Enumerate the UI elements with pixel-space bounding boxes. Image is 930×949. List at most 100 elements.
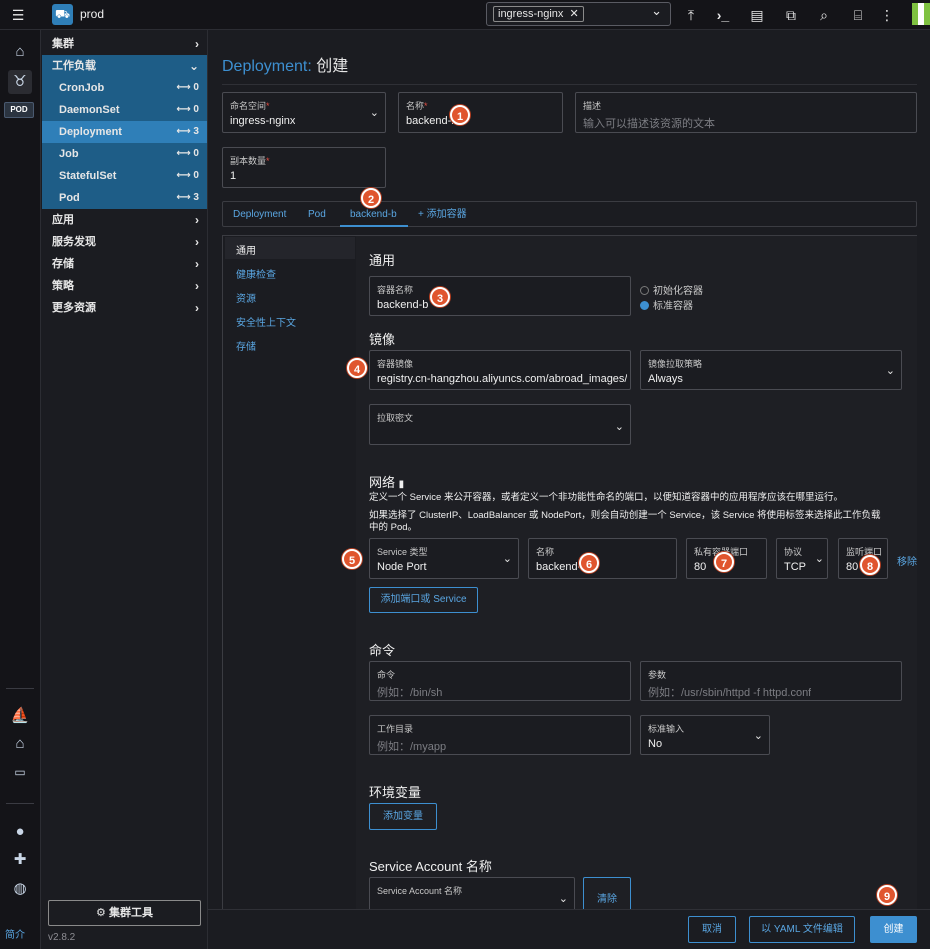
add-env-var-button[interactable]: 添加变量	[369, 803, 437, 830]
protocol-select[interactable]: 协议 TCP ⌄	[776, 538, 828, 579]
replicas-input[interactable]: 副本数量* 1	[222, 147, 386, 188]
nav-item-cronjob[interactable]: CronJob ⟷ 0	[42, 77, 207, 99]
upload-icon[interactable]: ⤒	[681, 5, 701, 25]
avatar[interactable]	[912, 3, 930, 25]
search-icon[interactable]: ⌕	[814, 5, 834, 25]
protocol-value: TCP	[784, 561, 806, 573]
subnav-item-health-check[interactable]: 健康检查	[236, 266, 276, 281]
subnav-item-resources[interactable]: 资源	[236, 290, 256, 305]
copy-icon[interactable]: ⧉	[781, 5, 801, 25]
nav-group-workloads[interactable]: 工作负载 ⌄	[42, 55, 207, 77]
annotation-badge: 6	[579, 553, 599, 573]
chevron-down-icon: ⌄	[651, 3, 662, 18]
nav-group-more-resources[interactable]: 更多资源 ›	[42, 297, 207, 319]
chevron-down-icon: ⌄	[753, 730, 763, 742]
container-port-value: 80	[694, 561, 707, 573]
add-container-button[interactable]: + 添加容器	[418, 202, 467, 227]
tab-pod[interactable]: Pod	[308, 202, 326, 227]
edit-as-yaml-button[interactable]: 以 YAML 文件编辑	[749, 916, 855, 943]
field-label: 拉取密文	[377, 413, 414, 423]
subnav-item-storage[interactable]: 存储	[236, 338, 256, 353]
nav-item-count: ⟷ 0	[176, 104, 199, 115]
chevron-right-icon: ›	[195, 301, 199, 315]
pod-badge[interactable]: POD	[4, 102, 34, 118]
chevron-down-icon: ⌄	[814, 553, 824, 565]
file-icon[interactable]: ▤	[747, 5, 767, 25]
field-label: 命令	[377, 670, 396, 680]
workdir-input[interactable]: 工作目录 例如：/myapp	[369, 715, 631, 755]
rail-divider	[6, 688, 34, 689]
radio-standard-container[interactable]: 标准容器	[640, 297, 693, 312]
nav-item-pod[interactable]: Pod ⟷ 3	[42, 187, 207, 209]
namespace-select[interactable]: 命名空间* ingress-nginx ⌄	[222, 92, 386, 133]
nav-group-policy[interactable]: 策略 ›	[42, 275, 207, 297]
info-icon[interactable]: ▮	[399, 479, 405, 490]
container-name-input[interactable]: 容器名称 backend-b	[369, 276, 631, 316]
annotation-badge: 1	[450, 105, 470, 125]
nav-item-job[interactable]: Job ⟷ 0	[42, 143, 207, 165]
store-icon[interactable]: ⌂	[8, 732, 32, 756]
namespace-value: ingress-nginx	[230, 115, 296, 127]
chip-close-icon[interactable]: ✕	[569, 8, 578, 20]
port-name-input[interactable]: 名称 backend-b	[528, 538, 677, 579]
chevron-right-icon: ›	[195, 213, 199, 227]
chevron-down-icon: ⌄	[558, 893, 568, 905]
field-label: 名称	[536, 547, 555, 557]
field-label: 容器镜像	[377, 359, 414, 369]
intro-link[interactable]: 简介	[5, 926, 25, 941]
tab-deployment[interactable]: Deployment	[233, 202, 286, 227]
user-icon[interactable]: ●	[8, 820, 32, 844]
namespace-filter-select[interactable]: ingress-nginx ✕ ⌄	[486, 2, 671, 26]
nav-group-storage[interactable]: 存储 ›	[42, 253, 207, 275]
service-type-select[interactable]: Service 类型 Node Port ⌄	[369, 538, 519, 579]
radio-label: 标准容器	[653, 301, 693, 312]
cancel-button[interactable]: 取消	[688, 916, 736, 943]
command-placeholder: 例如：/bin/sh	[377, 687, 443, 699]
subnav-item-security-context[interactable]: 安全性上下文	[236, 314, 296, 329]
menu-icon[interactable]: ☰	[8, 5, 28, 25]
version-label: v2.8.2	[48, 932, 76, 943]
nav-item-daemonset[interactable]: DaemonSet ⟷ 0	[42, 99, 207, 121]
annotation-badge: 5	[342, 549, 362, 569]
container-image-input[interactable]: 容器镜像 registry.cn-hangzhou.aliyuncs.com/a…	[369, 350, 631, 390]
terminal-icon[interactable]: ›_	[713, 5, 733, 25]
subnav-item-general[interactable]: 通用	[236, 242, 256, 257]
chevron-down-icon: ⌄	[188, 59, 199, 73]
remove-port-button[interactable]: 移除	[897, 553, 917, 568]
nav-item-deployment[interactable]: Deployment ⟷ 3	[42, 121, 207, 143]
create-button[interactable]: 创建	[870, 916, 917, 943]
page-title-resource[interactable]: Deployment:	[222, 58, 312, 75]
container-tabs	[222, 201, 917, 227]
nav-group-cluster[interactable]: 集群 ›	[42, 33, 207, 55]
nav-item-count: ⟷ 3	[176, 192, 199, 203]
nav-group-service-discovery[interactable]: 服务发现 ›	[42, 231, 207, 253]
cluster-name: prod	[80, 7, 105, 21]
sail-icon[interactable]: ⛵	[8, 704, 32, 728]
nav-group-label: 服务发现	[52, 236, 96, 248]
command-input[interactable]: 命令 例如：/bin/sh	[369, 661, 631, 701]
nav-group-apps[interactable]: 应用 ›	[42, 209, 207, 231]
cluster-tools-button[interactable]: ⚙ 集群工具	[48, 900, 201, 926]
radio-init-container[interactable]: 初始化容器	[640, 282, 703, 297]
pull-secret-select[interactable]: 拉取密文 ⌄	[369, 404, 631, 445]
globe-icon[interactable]: ◍	[8, 877, 32, 901]
field-label: 标准输入	[648, 724, 685, 734]
book-icon[interactable]: ⌸	[848, 5, 868, 25]
add-port-button[interactable]: 添加端口或 Service	[369, 587, 478, 613]
puzzle-icon[interactable]: ✚	[8, 848, 32, 872]
pull-policy-select[interactable]: 镜像拉取策略 Always ⌄	[640, 350, 902, 390]
name-input[interactable]: 名称* backend-b	[398, 92, 563, 133]
nav-item-statefulset[interactable]: StatefulSet ⟷ 0	[42, 165, 207, 187]
description-input[interactable]: 描述 输入可以描述该资源的文本	[575, 92, 917, 133]
chevron-right-icon: ›	[195, 279, 199, 293]
stdin-select[interactable]: 标准输入 No ⌄	[640, 715, 770, 755]
args-input[interactable]: 参数 例如：/usr/sbin/httpd -f httpd.conf	[640, 661, 902, 701]
service-type-value: Node Port	[377, 561, 427, 573]
more-icon[interactable]: ⋮	[877, 5, 897, 25]
extension-icon[interactable]: ▭	[8, 760, 32, 784]
annotation-badge: 7	[714, 552, 734, 572]
cow-icon[interactable]: ♉	[8, 70, 32, 94]
nav-item-label: Job	[59, 148, 79, 160]
nav-item-count: ⟷ 0	[176, 148, 199, 159]
home-icon[interactable]: ⌂	[8, 40, 32, 64]
